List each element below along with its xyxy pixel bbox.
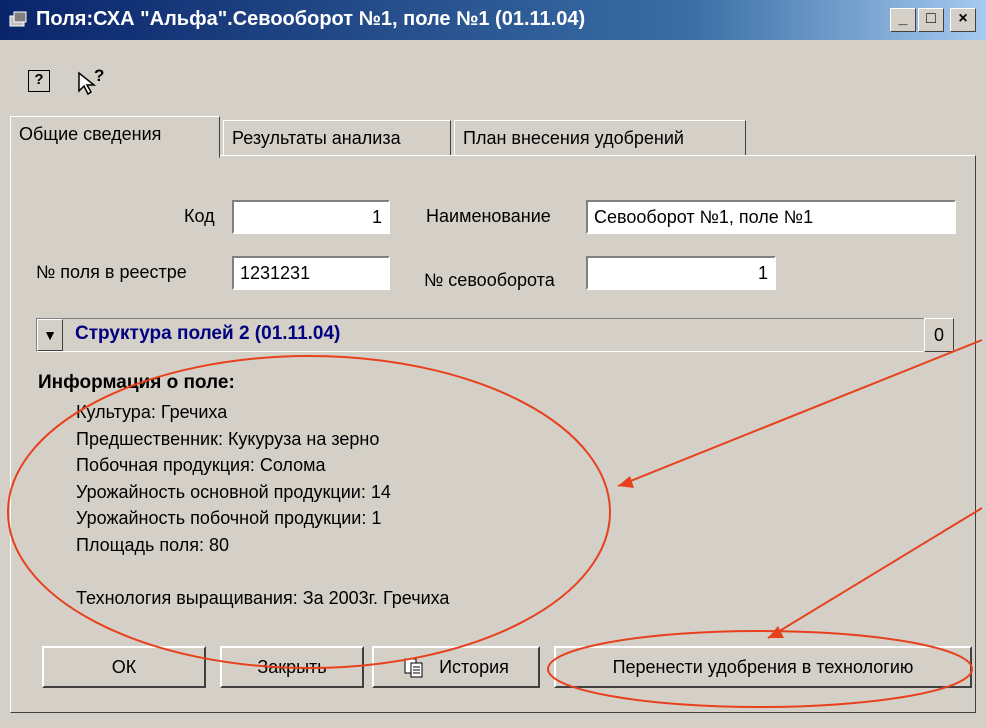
registry-field[interactable]: 1231231	[232, 256, 390, 290]
history-label: История	[439, 657, 509, 677]
info-main-yield: Урожайность основной продукции: 14	[76, 482, 391, 502]
name-label: Наименование	[426, 206, 551, 226]
structure-zero-button[interactable]: 0	[924, 318, 954, 352]
info-byproduct-yield: Урожайность побочной продукции: 1	[76, 508, 382, 528]
whats-this-glyph: ?	[94, 66, 105, 85]
help-icon[interactable]: ?	[28, 70, 50, 92]
info-byproduct: Побочная продукция: Солома	[76, 455, 326, 475]
structure-selector[interactable]: ▼ Структура полей 2 (01.11.04)	[36, 318, 954, 352]
window-title: Поля:СХА "Альфа".Севооборот №1, поле №1 …	[36, 8, 586, 30]
title-bar[interactable]: Поля:СХА "Альфа".Севооборот №1, поле №1 …	[0, 0, 986, 40]
info-crop: Культура: Гречиха	[76, 402, 228, 422]
dropdown-arrow-icon[interactable]: ▼	[37, 319, 63, 351]
transfer-fertilizers-button[interactable]: Перенести удобрения в технологию	[554, 646, 972, 688]
whats-this-icon[interactable]: ?	[76, 66, 104, 96]
close-dialog-button[interactable]: Закрыть	[220, 646, 364, 688]
rotation-field[interactable]: 1	[586, 256, 776, 290]
info-heading: Информация о поле:	[38, 372, 235, 393]
structure-label: Структура полей 2 (01.11.04)	[75, 323, 341, 344]
maximize-button[interactable]: □	[918, 8, 944, 32]
app-icon	[9, 11, 27, 27]
info-predecessor: Предшественник: Кукуруза на зерно	[76, 429, 380, 449]
registry-label: № поля в реестре	[36, 262, 187, 282]
history-button[interactable]: История	[372, 646, 540, 688]
close-button[interactable]: ×	[950, 8, 976, 32]
name-field[interactable]: Севооборот №1, поле №1	[586, 200, 956, 234]
minimize-button[interactable]: _	[890, 8, 916, 32]
copy-icon	[404, 658, 423, 678]
tab-fertilizer-plan[interactable]: План внесения удобрений	[454, 120, 746, 156]
code-label: Код	[184, 206, 215, 226]
rotation-label: № севооборота	[424, 270, 555, 290]
ok-button[interactable]: ОК	[42, 646, 206, 688]
tab-general[interactable]: Общие сведения	[10, 116, 220, 158]
info-area: Площадь поля: 80	[76, 535, 229, 555]
toolbar: ? ?	[0, 40, 986, 106]
tab-analysis-results[interactable]: Результаты анализа	[223, 120, 451, 156]
info-technology: Технология выращивания: За 2003г. Гречих…	[76, 588, 450, 608]
code-field[interactable]: 1	[232, 200, 390, 234]
